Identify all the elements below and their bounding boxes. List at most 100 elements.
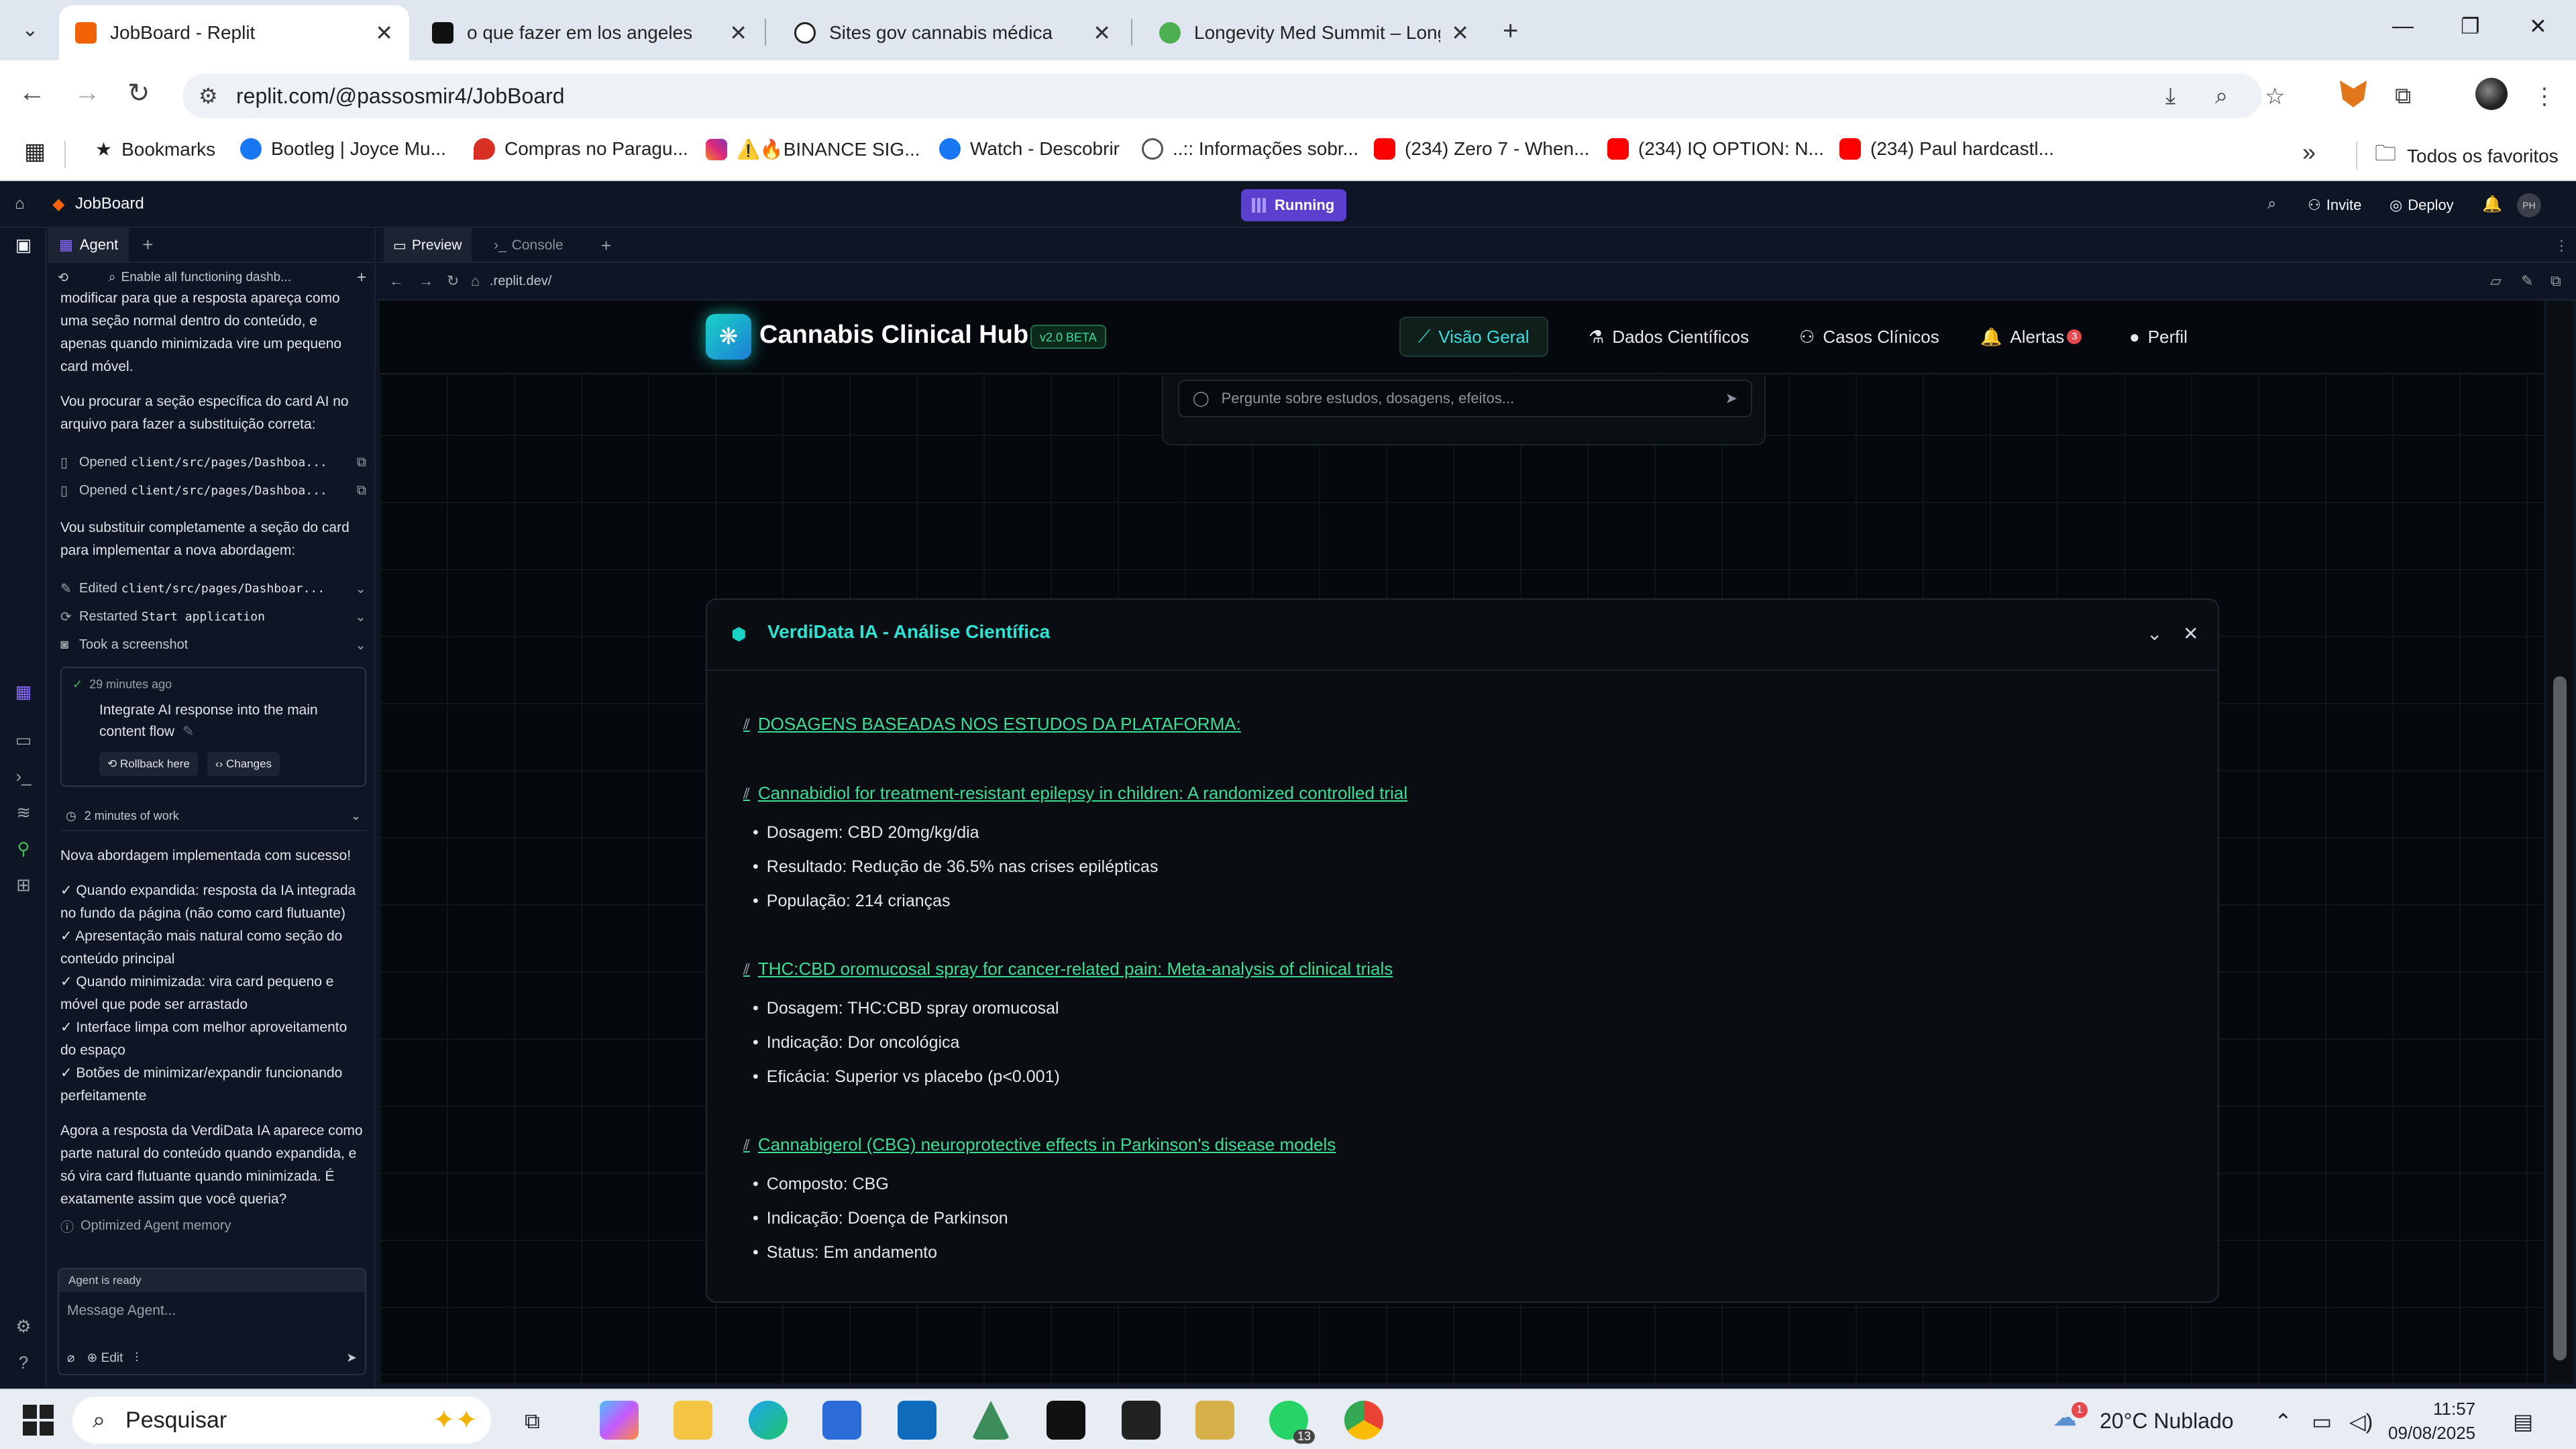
copilot-icon[interactable] xyxy=(600,1401,639,1440)
forward-arrow-icon[interactable]: → xyxy=(74,78,101,108)
chrome-icon[interactable] xyxy=(1344,1401,1383,1440)
outlook-icon[interactable] xyxy=(898,1401,936,1440)
work-summary-row[interactable]: ◷ 2 minutes of work ⌄ xyxy=(60,802,366,831)
browser-tab-cannabis[interactable]: Sites gov cannabis médica ✕ xyxy=(778,5,1127,60)
preview-scrollbar[interactable] xyxy=(2546,301,2573,1383)
invite-button[interactable]: ⚇ Invite xyxy=(2301,191,2368,220)
new-chat-plus-icon[interactable]: + xyxy=(357,268,366,287)
more-bookmarks-icon[interactable]: » xyxy=(2302,138,2316,166)
study-link[interactable]: ⫽ THC:CBD oromucosal spray for cancer-re… xyxy=(743,959,2179,979)
tab-search-chevron-icon[interactable]: ⌄ xyxy=(13,13,47,47)
bookmark-bookmarks[interactable]: ★ Bookmarks xyxy=(95,138,215,160)
chevron-down-icon[interactable]: ⌄ xyxy=(351,809,361,823)
file-explorer-icon[interactable] xyxy=(674,1401,712,1440)
app-triangle-icon[interactable] xyxy=(971,1401,1010,1440)
browser-tab-longevity[interactable]: Longevity Med Summit – Longe ✕ xyxy=(1143,5,1485,60)
more-options-icon[interactable]: ⋮ xyxy=(2545,228,2576,263)
attach-icon[interactable]: ⌀ xyxy=(67,1350,74,1366)
chevron-up-icon[interactable]: ⌃ xyxy=(2274,1409,2292,1434)
tab-preview[interactable]: ▭ Preview xyxy=(384,228,472,263)
project-name[interactable]: JobBoard xyxy=(75,195,144,213)
all-bookmarks-folder[interactable]: 🗀 Todos os favoritos xyxy=(2375,138,2559,174)
bookmark-paraguai[interactable]: Compras no Paragu... xyxy=(474,138,688,160)
taskbar-search[interactable]: ⌕ Pesquisar ✦✦ xyxy=(72,1397,491,1444)
agent-message-input[interactable]: Message Agent... xyxy=(59,1292,365,1330)
pencil-icon[interactable]: ✎ xyxy=(182,724,195,739)
secrets-icon[interactable]: ⚲ xyxy=(13,839,34,859)
all-tools-icon[interactable]: ⊞ xyxy=(13,875,34,896)
forward-arrow-icon[interactable]: → xyxy=(419,272,433,290)
volume-icon[interactable]: ◁) xyxy=(2349,1409,2373,1434)
bookmark-binance[interactable]: ⚠️🔥BINANCE SIG... xyxy=(706,138,920,160)
send-icon[interactable]: ➤ xyxy=(346,1350,357,1366)
system-clock[interactable]: 11:57 09/08/2025 xyxy=(2388,1397,2475,1445)
archive-icon[interactable] xyxy=(1195,1401,1234,1440)
task-view-icon[interactable]: ⧉ xyxy=(525,1409,540,1434)
study-link[interactable]: ⫽ Cannabigerol (CBG) neuroprotective eff… xyxy=(743,1134,2179,1155)
bookmark-zero7[interactable]: (234) Zero 7 - When... xyxy=(1374,138,1589,160)
chat-title[interactable]: Enable all functioning dashb... xyxy=(121,270,292,285)
edit-mode-button[interactable]: ⊕ Edit xyxy=(87,1350,123,1366)
open-file-icon[interactable]: ⧉ xyxy=(357,455,366,470)
chrome-menu-icon[interactable]: ⋮ xyxy=(2533,83,2556,110)
action-opened-file[interactable]: ▯ Opened client/src/pages/Dashboa... ⧉ xyxy=(60,476,366,504)
action-opened-file[interactable]: ▯ Opened client/src/pages/Dashboa... ⧉ xyxy=(60,448,366,476)
bookmark-bootleg[interactable]: Bootleg | Joyce Mu... xyxy=(240,138,446,160)
database-icon[interactable]: ≋ xyxy=(13,802,34,823)
notifications-icon[interactable]: ▤ xyxy=(2513,1409,2533,1434)
search-icon[interactable]: ⌕ xyxy=(2267,195,2276,213)
console-icon[interactable]: ›_ xyxy=(13,766,34,787)
minimize-window-icon[interactable]: — xyxy=(2392,13,2414,38)
chevron-down-icon[interactable]: ⌄ xyxy=(355,608,366,625)
new-tab-plus-icon[interactable]: + xyxy=(142,234,153,256)
nav-dados-cientificos[interactable]: ⚗ Dados Científicos xyxy=(1571,317,1766,357)
send-icon[interactable]: ➤ xyxy=(1725,390,1737,407)
close-tab-icon[interactable]: ✕ xyxy=(1451,20,1469,46)
help-icon[interactable]: ? xyxy=(13,1352,34,1373)
edge-icon[interactable] xyxy=(749,1401,788,1440)
settings-sliders-icon[interactable]: ⫶ xyxy=(135,1351,138,1366)
capcut-icon[interactable] xyxy=(1122,1401,1161,1440)
rollback-button[interactable]: ⟲ Rollback here xyxy=(99,752,198,776)
devices-icon[interactable]: ▱ xyxy=(2490,272,2502,290)
home-icon[interactable]: ⌂ xyxy=(15,195,25,213)
browser-tab-los-angeles[interactable]: o que fazer em los angeles ✕ xyxy=(416,5,763,60)
whatsapp-icon[interactable]: 13 xyxy=(1269,1401,1315,1444)
open-new-window-icon[interactable]: ⧉ xyxy=(2551,272,2561,290)
close-icon[interactable]: ✕ xyxy=(2183,623,2198,645)
close-window-icon[interactable]: ✕ xyxy=(2529,13,2547,39)
settings-icon[interactable]: ⚙ xyxy=(13,1316,34,1337)
run-status-button[interactable]: Running xyxy=(1241,189,1347,221)
action-restarted[interactable]: ⟳ Restarted Start application ⌄ xyxy=(60,602,366,631)
preview-monitor-icon[interactable]: ▭ xyxy=(13,730,34,751)
tab-console[interactable]: ›_ Console xyxy=(484,228,573,263)
back-arrow-icon[interactable]: ← xyxy=(389,272,404,290)
close-tab-icon[interactable]: ✕ xyxy=(729,20,747,46)
devtools-icon[interactable]: ✎ xyxy=(2521,272,2533,290)
restore-window-icon[interactable]: ❐ xyxy=(2461,13,2480,39)
weather-label[interactable]: 20°C Nublado xyxy=(2100,1409,2234,1434)
nav-casos-clinicos[interactable]: ⚇ Casos Clínicos xyxy=(1782,317,1957,357)
browser-tab-jobboard[interactable]: JobBoard - Replit ✕ xyxy=(59,5,409,60)
reload-icon[interactable]: ↻ xyxy=(447,272,459,290)
tab-agent[interactable]: ▦ Agent xyxy=(48,228,129,262)
open-file-icon[interactable]: ⧉ xyxy=(357,483,366,498)
chevron-down-icon[interactable]: ⌄ xyxy=(355,637,366,653)
changes-button[interactable]: ‹› Changes xyxy=(207,752,280,776)
bookmark-watch[interactable]: Watch - Descobrir xyxy=(939,138,1120,160)
chevron-down-icon[interactable]: ⌄ xyxy=(355,580,366,597)
network-icon[interactable]: ▭ xyxy=(2312,1409,2332,1434)
nav-perfil[interactable]: ● Perfil xyxy=(2112,317,2205,357)
ask-ai-input[interactable]: ◯ Pergunte sobre estudos, dosagens, efei… xyxy=(1178,380,1752,417)
store-icon[interactable] xyxy=(822,1401,861,1440)
back-arrow-icon[interactable]: ← xyxy=(19,78,46,108)
scrollbar-thumb[interactable] xyxy=(2553,676,2567,1360)
reload-icon[interactable]: ↻ xyxy=(127,78,150,109)
nav-alertas[interactable]: 🔔 Alertas 3 xyxy=(1963,317,2099,357)
windows-start-icon[interactable] xyxy=(23,1405,54,1436)
metamask-extension-icon[interactable] xyxy=(2340,80,2367,107)
extensions-puzzle-icon[interactable]: ⧉ xyxy=(2395,83,2411,109)
new-tab-plus-icon[interactable]: + xyxy=(592,228,621,263)
profile-avatar[interactable] xyxy=(2475,78,2508,110)
notifications-bell-icon[interactable]: 🔔 xyxy=(2482,195,2502,214)
